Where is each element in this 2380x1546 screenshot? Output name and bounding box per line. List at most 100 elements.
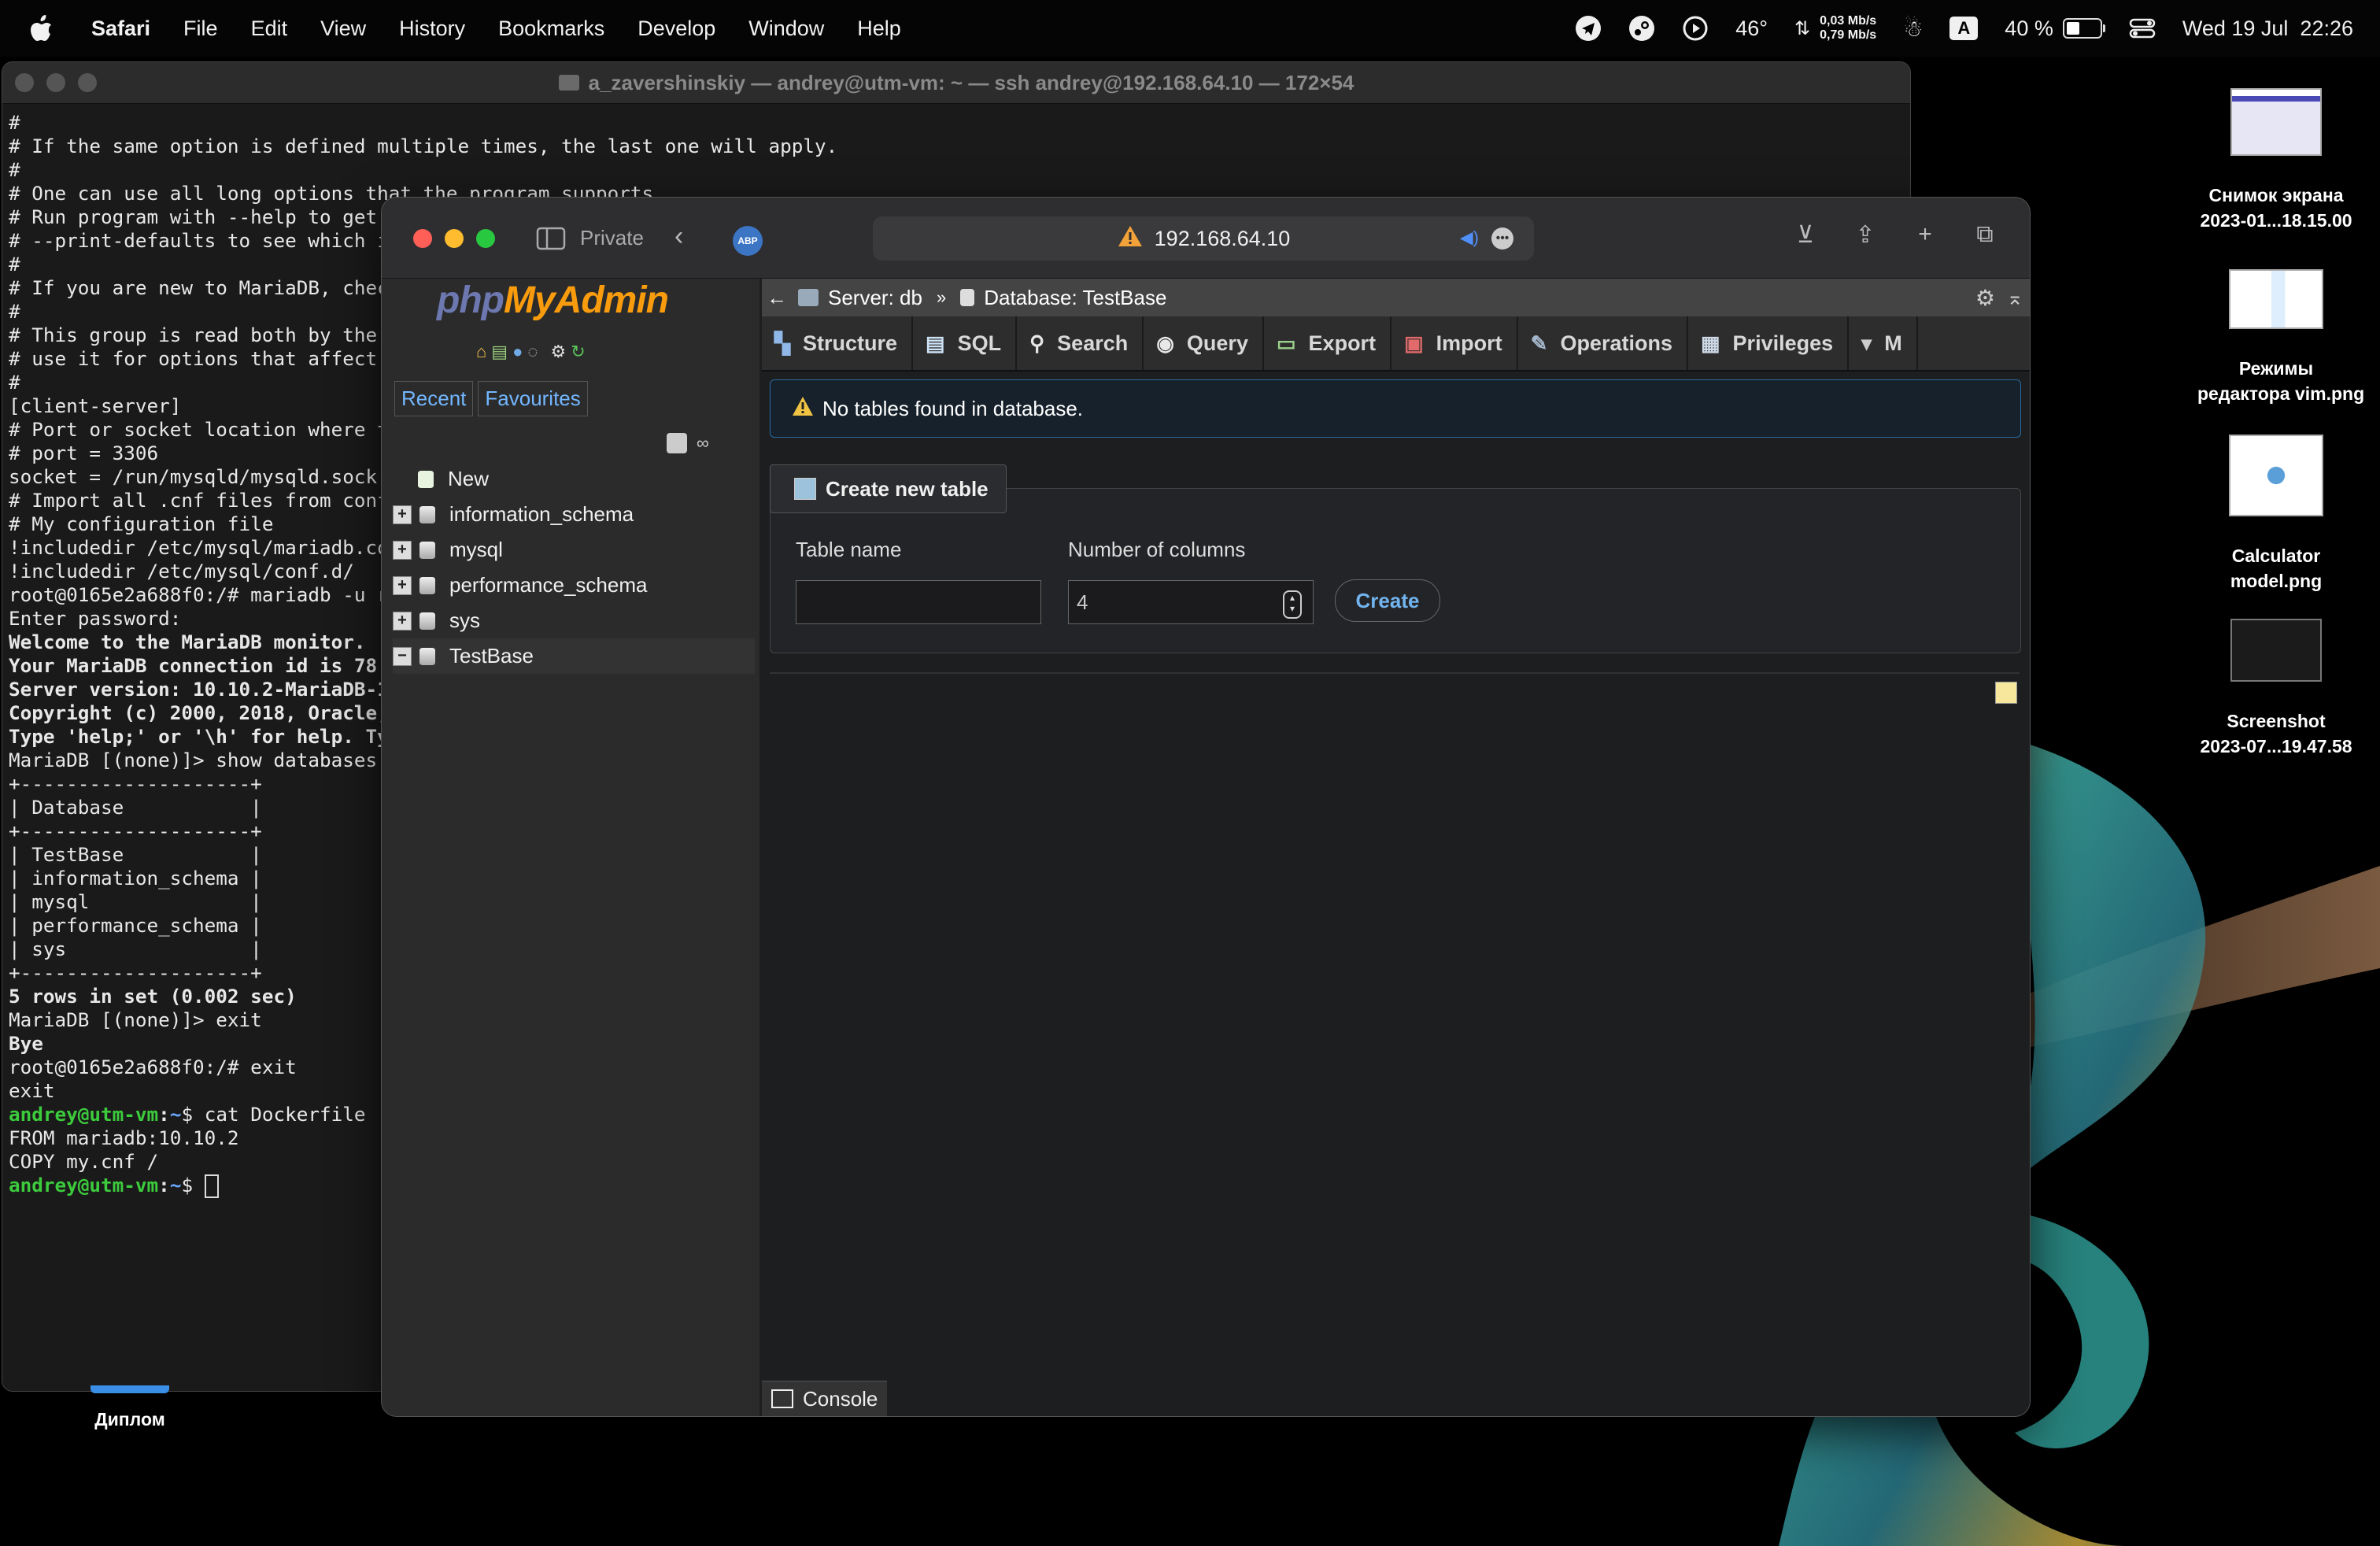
tab-query[interactable]: ◉ Query <box>1144 316 1264 370</box>
link-icon[interactable]: ∞ <box>697 433 709 453</box>
new-tab-icon[interactable]: + <box>1909 221 1942 249</box>
menu-history[interactable]: History <box>399 17 465 41</box>
create-table-legend: Create new table <box>770 464 1007 513</box>
pma-tree-controls: ∞ <box>667 433 719 453</box>
safari-window[interactable]: Private ‹ ABP 192.168.64.10 ◀) ••• ⊻ ⇪ +… <box>381 197 2031 1417</box>
tree-item-label: performance_schema <box>449 573 648 597</box>
stepper-arrows-icon[interactable]: ▴ ▾ <box>1283 590 1302 619</box>
menu-develop[interactable]: Develop <box>638 17 715 41</box>
create-button[interactable]: Create <box>1335 579 1440 622</box>
more-options-icon[interactable]: ••• <box>1491 227 1513 250</box>
clock[interactable]: Wed 19 Jul 22:26 <box>2182 17 2353 41</box>
table-name-input[interactable] <box>796 580 1041 624</box>
sidebar-icon <box>536 227 566 250</box>
desktop-file-screenshot-jan[interactable]: Снимок экрана 2023-01...18.15.00 <box>2197 88 2355 233</box>
back-button[interactable]: ‹ <box>674 221 683 252</box>
tree-item-testbase[interactable]: − TestBase <box>393 638 755 674</box>
tab-label: Query <box>1186 331 1248 355</box>
control-center-icon[interactable] <box>2129 17 2156 39</box>
menu-app-name[interactable]: Safari <box>91 17 150 41</box>
collapse-icon[interactable]: − <box>393 646 412 666</box>
telegram-icon[interactable] <box>1575 15 1602 42</box>
phpmyadmin-logo[interactable]: phpMyAdmin <box>437 279 669 322</box>
tab-operations[interactable]: ✎ Operations <box>1518 316 1688 370</box>
tab-privileges[interactable]: ▦ Privileges <box>1688 316 1850 370</box>
close-icon[interactable] <box>15 73 34 92</box>
desktop-file-vim-modes[interactable]: Режимы редактора vim.png <box>2197 269 2365 406</box>
tree-item-information-schema[interactable]: + information_schema <box>393 497 755 532</box>
columns-count-stepper[interactable]: 4 ▴ ▾ <box>1068 580 1314 624</box>
tab-export[interactable]: ▭ Export <box>1264 316 1392 370</box>
settings-gear-icon[interactable]: ⚙ <box>550 342 566 362</box>
tree-item-label: mysql <box>449 538 503 561</box>
sticky-note-icon[interactable] <box>1995 682 2017 704</box>
play-icon[interactable] <box>1682 15 1709 42</box>
menu-bookmarks[interactable]: Bookmarks <box>498 17 604 41</box>
tree-item-label: information_schema <box>449 502 634 526</box>
more-icon: ▾ <box>1861 331 1872 355</box>
table-name-label: Table name <box>796 538 902 561</box>
tab-sql[interactable]: ▤ SQL <box>913 316 1018 370</box>
address-bar[interactable]: 192.168.64.10 ◀) ••• <box>873 216 1534 261</box>
network-speed[interactable]: ⇅ 0,03 Mb/s 0,79 Mb/s <box>1794 14 1876 43</box>
console-toggle[interactable]: Console <box>762 1381 888 1416</box>
desktop-file-screenshot-jul[interactable]: Screenshot 2023-07...19.47.58 <box>2197 619 2355 759</box>
apple-menu-icon[interactable] <box>30 0 61 57</box>
tab-favourites[interactable]: Favourites <box>478 381 588 416</box>
menu-file[interactable]: File <box>183 17 218 41</box>
breadcrumb-database[interactable]: Database: TestBase <box>960 286 1166 310</box>
menu-edit[interactable]: Edit <box>251 17 288 41</box>
sidebar-toggle-button[interactable]: Private <box>536 226 644 250</box>
battery-status[interactable]: 40 % <box>2005 17 2105 41</box>
tree-item-sys[interactable]: + sys <box>393 603 755 638</box>
tree-item-mysql[interactable]: + mysql <box>393 532 755 568</box>
collapse-top-icon[interactable]: ⌅ <box>2006 286 2023 310</box>
breadcrumb-server-label: Server: db <box>828 285 922 309</box>
reload-icon[interactable]: ↻ <box>571 342 585 362</box>
share-icon[interactable]: ⇪ <box>1849 221 1882 249</box>
speaker-icon[interactable]: ◀) <box>1460 227 1479 248</box>
tab-search[interactable]: ⚲ Search <box>1017 316 1144 370</box>
zoom-icon[interactable] <box>78 73 97 92</box>
tab-structure[interactable]: ▚ Structure <box>762 316 914 370</box>
pma-main-panel: ← Server: db » Database: TestBase ⚙ ⌅ ▚ S… <box>762 279 2030 1416</box>
steam-icon[interactable] <box>1628 15 1655 42</box>
expand-icon[interactable]: + <box>393 505 412 524</box>
terminal-titlebar[interactable]: a_zavershinskiy — andrey@utm-vm: ~ — ssh… <box>2 62 1910 104</box>
weather-temperature[interactable]: 46° <box>1735 17 1768 41</box>
close-icon[interactable] <box>413 229 432 248</box>
page-settings-icon[interactable]: ⚙ <box>1975 285 1995 311</box>
tab-m[interactable]: ▾ M <box>1849 316 1918 370</box>
desktop-folder-diplom[interactable]: Диплом <box>47 1385 213 1430</box>
expand-icon[interactable]: + <box>393 611 412 631</box>
docs-icon[interactable]: ◌ <box>527 342 538 362</box>
download-icon[interactable]: ⊻ <box>1789 221 1822 249</box>
breadcrumb-database-label: Database: TestBase <box>984 285 1167 309</box>
expand-icon[interactable]: + <box>393 575 412 595</box>
menu-window[interactable]: Window <box>748 17 824 41</box>
collapse-nav-icon[interactable]: ← <box>767 286 787 310</box>
logout-icon[interactable]: ▤ <box>491 342 508 362</box>
home-icon[interactable]: ⌂ <box>476 342 486 362</box>
desktop-file-calculator-model[interactable]: Calculator model.png <box>2197 435 2355 594</box>
expand-icon[interactable]: + <box>393 540 412 560</box>
minimize-icon[interactable] <box>445 229 464 248</box>
collapse-all-icon[interactable] <box>667 433 687 453</box>
menu-help[interactable]: Help <box>857 17 901 41</box>
zoom-icon[interactable] <box>476 229 495 248</box>
tree-item-performance-schema[interactable]: + performance_schema <box>393 568 755 603</box>
console-icon <box>771 1389 793 1408</box>
tab-overview-icon[interactable]: ⧉ <box>1968 221 2001 249</box>
tab-import[interactable]: ▣ Import <box>1391 316 1518 370</box>
adblock-plus-icon[interactable]: ABP <box>733 226 763 256</box>
minimize-icon[interactable] <box>46 73 65 92</box>
warning-icon <box>791 395 815 423</box>
input-source[interactable]: A <box>1949 17 1979 40</box>
menu-view[interactable]: View <box>320 17 366 41</box>
figure-icon[interactable]: ☃ <box>1903 16 1923 42</box>
desktop-file-label: Режимы редактора vim.png <box>2197 358 2365 404</box>
tab-recent[interactable]: Recent <box>394 381 474 416</box>
help-icon[interactable]: ● <box>512 342 523 362</box>
tree-item-new[interactable]: New <box>393 461 755 497</box>
breadcrumb-server[interactable]: Server: db <box>798 286 922 310</box>
